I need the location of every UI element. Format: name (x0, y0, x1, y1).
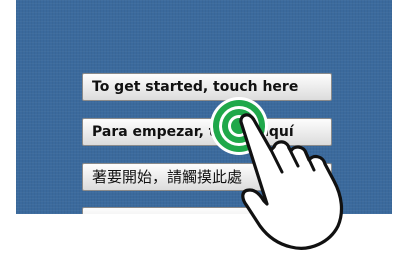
kiosk-illustration: To get started, touch here Para empezar,… (0, 0, 407, 258)
hand-pointer-icon (239, 113, 344, 250)
